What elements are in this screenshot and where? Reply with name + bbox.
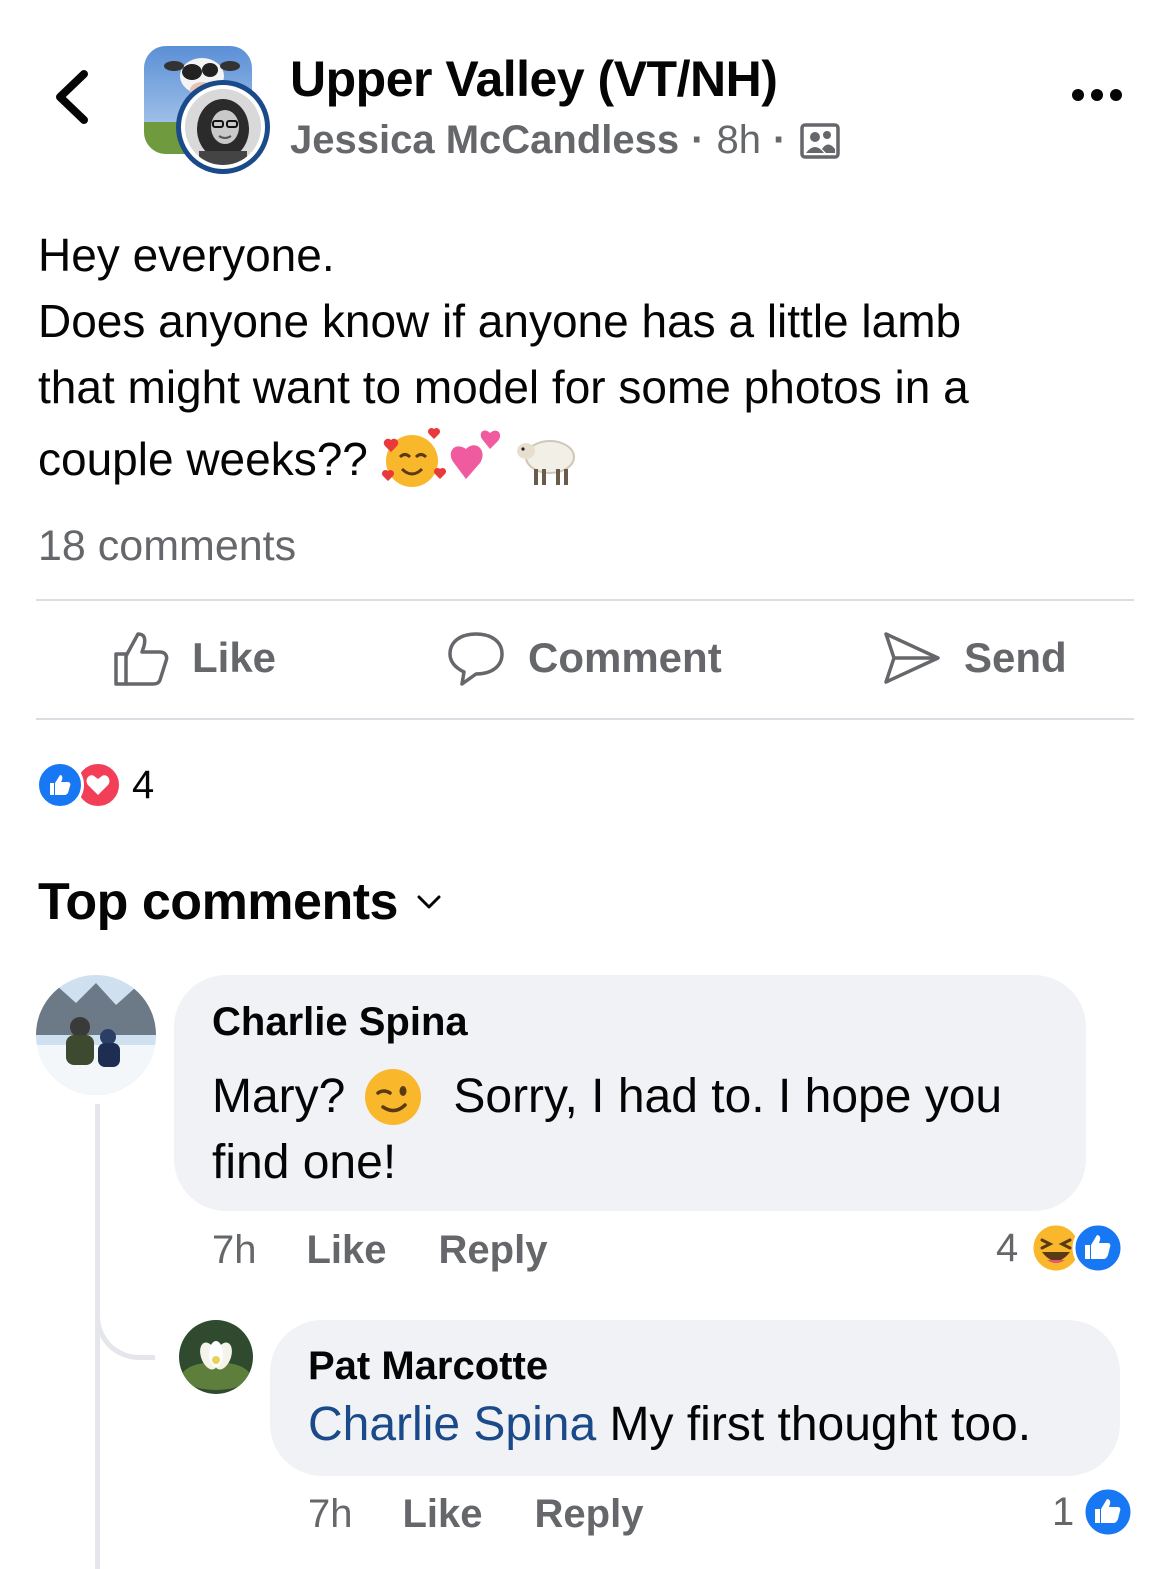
- post-line-with-emojis: couple weeks??: [38, 420, 1138, 498]
- post-line: Hey everyone.: [38, 229, 335, 281]
- comment-label: Comment: [528, 634, 722, 681]
- post-line: that might want to model for some photos…: [38, 361, 969, 413]
- post-meta: Jessica McCandless · 8h ·: [290, 118, 841, 163]
- comment-text-part: Sorry, I had to. I hope you: [453, 1070, 1003, 1123]
- group-avatar-stack[interactable]: [144, 46, 270, 174]
- chevron-down-icon: [417, 895, 441, 909]
- like-reaction-icon: [36, 761, 84, 809]
- group-name[interactable]: Upper Valley (VT/NH): [290, 50, 778, 108]
- comment-author[interactable]: Pat Marcotte: [308, 1344, 548, 1389]
- comment-text-part: Mary?: [212, 1070, 346, 1123]
- post-time[interactable]: 8h: [716, 118, 761, 163]
- like-label: Like: [192, 634, 277, 681]
- comment-reply-button[interactable]: Reply: [439, 1228, 548, 1273]
- thumbs-up-icon: [114, 632, 169, 686]
- send-button[interactable]: Send: [880, 622, 1067, 694]
- send-icon: [884, 632, 940, 684]
- reactions-summary[interactable]: 4: [36, 760, 154, 810]
- comment-reactions[interactable]: 4: [996, 1222, 1124, 1274]
- winking-face-icon: [365, 1069, 422, 1125]
- like-button[interactable]: Like: [110, 622, 276, 694]
- chevron-left-icon: [56, 70, 88, 124]
- comment-button[interactable]: Comment: [446, 622, 722, 694]
- top-comments-label: Top comments: [38, 873, 398, 931]
- top-comments-filter[interactable]: Top comments: [38, 872, 442, 932]
- comment-like-button[interactable]: Like: [307, 1228, 387, 1273]
- smiling-face-with-hearts-icon: [381, 427, 446, 487]
- comment-text-part: find one!: [212, 1136, 397, 1189]
- comment-reply-button[interactable]: Reply: [535, 1492, 644, 1537]
- comment-meta: 7h Like Reply: [212, 1228, 547, 1273]
- author-avatar[interactable]: [176, 80, 270, 174]
- commenter-avatar[interactable]: [36, 975, 156, 1095]
- sheep-icon: [516, 440, 575, 485]
- group-members-icon: [800, 122, 841, 159]
- comment-author[interactable]: Charlie Spina: [212, 1000, 468, 1045]
- more-horizontal-icon: [1072, 89, 1122, 101]
- divider: [36, 718, 1134, 720]
- commenter-avatar[interactable]: [179, 1320, 253, 1394]
- thread-connector: [95, 1290, 155, 1360]
- comment-like-button[interactable]: Like: [403, 1492, 483, 1537]
- comment-reactions[interactable]: 1: [1052, 1486, 1134, 1538]
- post-line: couple weeks??: [38, 433, 368, 485]
- mention-link[interactable]: Charlie Spina: [308, 1398, 596, 1451]
- like-reaction-icon: [1072, 1222, 1124, 1274]
- post-body: Hey everyone. Does anyone know if anyone…: [38, 222, 1138, 498]
- more-options-button[interactable]: [1070, 84, 1124, 106]
- comment-time[interactable]: 7h: [212, 1228, 257, 1273]
- separator: ·: [691, 118, 705, 162]
- comments-count-link[interactable]: 18 comments: [38, 522, 296, 571]
- back-button[interactable]: [50, 68, 94, 126]
- comment-text: Charlie Spina My first thought too.: [308, 1392, 1108, 1458]
- comment-bubble-icon: [448, 632, 504, 686]
- author-name[interactable]: Jessica McCandless: [290, 118, 679, 163]
- send-label: Send: [964, 634, 1067, 681]
- two-hearts-icon: [450, 430, 501, 479]
- comment-reaction-count: 4: [996, 1225, 1019, 1270]
- divider: [36, 599, 1134, 601]
- post-line: Does anyone know if anyone has a little …: [38, 295, 962, 347]
- comment-meta: 7h Like Reply: [308, 1492, 643, 1537]
- comment-text-part: My first thought too.: [609, 1398, 1032, 1451]
- like-reaction-icon: [1082, 1486, 1134, 1538]
- comment-time[interactable]: 7h: [308, 1492, 353, 1537]
- comment-text: Mary? Sorry, I had to. I hope you find o…: [212, 1064, 1072, 1196]
- reaction-count: 4: [132, 762, 155, 807]
- separator: ·: [772, 118, 787, 162]
- comment-reaction-count: 1: [1052, 1489, 1075, 1534]
